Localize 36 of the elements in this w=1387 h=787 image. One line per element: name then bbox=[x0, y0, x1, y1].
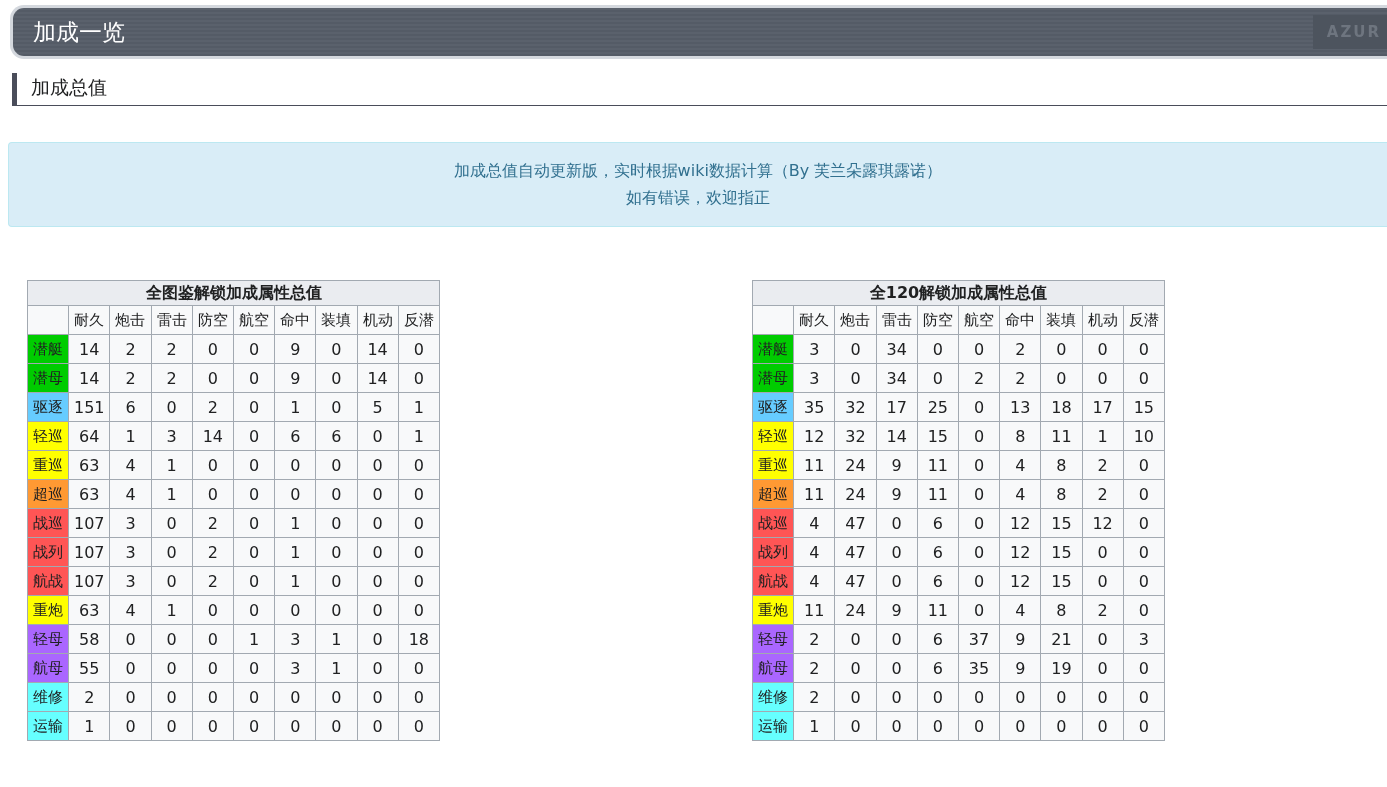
table-title: 全120解锁加成属性总值 bbox=[752, 280, 1165, 306]
table-cell bbox=[752, 305, 794, 335]
ship-type-label: 重炮 bbox=[27, 595, 69, 625]
ship-type-label: 潜艇 bbox=[752, 334, 794, 364]
ship-type-label: 战列 bbox=[752, 537, 794, 567]
table-cell bbox=[27, 305, 69, 335]
ship-type-label: 航战 bbox=[27, 566, 69, 596]
notice-text: 如有错误，欢迎指正 bbox=[626, 187, 770, 209]
ship-type-label: 维修 bbox=[752, 682, 794, 712]
ship-type-label: 航战 bbox=[752, 566, 794, 596]
ship-type-label: 超巡 bbox=[27, 479, 69, 509]
ship-type-label: 战巡 bbox=[752, 508, 794, 538]
ship-type-label: 战巡 bbox=[27, 508, 69, 538]
ship-type-label: 轻巡 bbox=[27, 421, 69, 451]
ship-type-label: 重巡 bbox=[752, 450, 794, 480]
section-heading: 加成总值 bbox=[12, 73, 1387, 106]
ship-type-label: 潜母 bbox=[27, 363, 69, 393]
ship-type-label: 轻母 bbox=[27, 624, 69, 654]
ship-type-label: 轻母 bbox=[752, 624, 794, 654]
ship-type-label: 航母 bbox=[752, 653, 794, 683]
ship-type-label: 重炮 bbox=[752, 595, 794, 625]
ship-type-label: 航母 bbox=[27, 653, 69, 683]
ship-type-label: 轻巡 bbox=[752, 421, 794, 451]
ship-type-label: 驱逐 bbox=[27, 392, 69, 422]
ship-type-label: 运输 bbox=[27, 711, 69, 741]
ship-type-label: 战列 bbox=[27, 537, 69, 567]
notice-text: 加成总值自动更新版，实时根据wiki数据计算（By 芙兰朵露琪露诺） bbox=[453, 160, 943, 182]
ship-type-label: 潜艇 bbox=[27, 334, 69, 364]
ship-type-label: 超巡 bbox=[752, 479, 794, 509]
ship-type-label: 重巡 bbox=[27, 450, 69, 480]
ship-type-label: 维修 bbox=[27, 682, 69, 712]
ship-type-label: 驱逐 bbox=[752, 392, 794, 422]
ship-type-label: 运输 bbox=[752, 711, 794, 741]
page-title: 加成一览 bbox=[33, 17, 125, 47]
table-title: 全图鉴解锁加成属性总值 bbox=[27, 280, 440, 306]
ship-type-label: 潜母 bbox=[752, 363, 794, 393]
